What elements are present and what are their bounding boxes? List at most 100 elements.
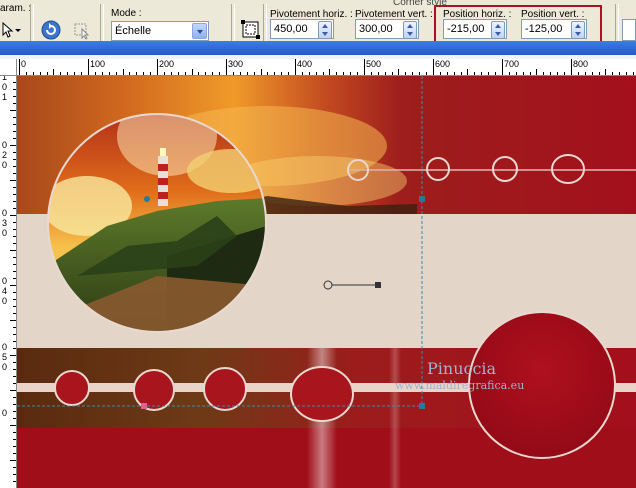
ruler-tick xyxy=(157,59,158,75)
pivot-horizontal-value: 450,00 xyxy=(274,23,308,35)
stepper-arrows-icon[interactable] xyxy=(403,21,417,39)
ruler-tick xyxy=(13,411,16,412)
ruler-tick xyxy=(316,72,317,75)
ruler-tick xyxy=(530,72,531,75)
ruler-tick xyxy=(13,467,16,468)
ruler-tick xyxy=(240,72,241,75)
ruler-tick xyxy=(274,72,275,75)
ruler-tick xyxy=(523,72,524,75)
ruler-tick xyxy=(13,138,16,139)
ruler-tick xyxy=(398,69,399,75)
ruler-tick xyxy=(13,334,16,335)
stepper-arrows-icon[interactable] xyxy=(318,21,332,39)
ruler-tick xyxy=(13,383,16,384)
ruler-label: 0 xyxy=(2,82,8,92)
ruler-label: 0 xyxy=(2,362,8,372)
ruler-tick xyxy=(116,72,117,75)
watermark-name: Pinuccia xyxy=(427,359,497,378)
ruler-tick xyxy=(123,69,124,75)
canvas-artwork xyxy=(17,76,636,488)
ruler-tick xyxy=(495,72,496,75)
ruler-tick xyxy=(102,72,103,75)
ruler-label: 0 xyxy=(2,276,8,286)
next-field-stub[interactable] xyxy=(622,19,636,41)
vertical-ruler: 1010200300400500 xyxy=(0,75,17,488)
position-horizontal-value: -215,00 xyxy=(447,23,485,35)
pivot-vertical-field[interactable]: 300,00 xyxy=(355,19,419,39)
ruler-tick xyxy=(10,285,16,286)
transform-apply-icon xyxy=(74,23,90,40)
ruler-tick xyxy=(192,69,193,75)
ruler-tick xyxy=(309,72,310,75)
ruler-tick xyxy=(178,72,179,75)
ruler-tick xyxy=(47,72,48,75)
horizontal-ruler: 0 100 200 300 400 500 600 700 800 xyxy=(0,59,636,76)
ruler-tick xyxy=(205,72,206,75)
ruler-tick xyxy=(109,72,110,75)
ruler-tick xyxy=(626,72,627,75)
mode-select[interactable]: Échelle xyxy=(111,21,209,41)
ruler-tick xyxy=(13,313,16,314)
stepper-arrows-icon[interactable] xyxy=(571,21,585,39)
ruler-tick xyxy=(288,72,289,75)
ruler-tick xyxy=(13,187,16,188)
ruler-tick xyxy=(543,72,544,75)
ruler-label: 1 xyxy=(2,75,8,82)
ruler-tick xyxy=(571,59,572,75)
ruler-tick xyxy=(612,72,613,75)
ruler-tick xyxy=(502,59,503,75)
ruler-tick xyxy=(281,72,282,75)
ruler-tick xyxy=(13,481,16,482)
ruler-tick xyxy=(13,474,16,475)
ruler-label: 4 xyxy=(2,286,8,296)
ruler-tick xyxy=(171,72,172,75)
pivot-vertical-value: 300,00 xyxy=(359,23,393,35)
ruler-label: 800 xyxy=(573,59,589,69)
position-horizontal-field[interactable]: -215,00 xyxy=(443,19,507,39)
frame-button[interactable] xyxy=(240,19,262,41)
chevron-down-icon[interactable] xyxy=(192,23,207,39)
ruler-tick xyxy=(474,72,475,75)
ruler-label: 5 xyxy=(2,352,8,362)
stepper-arrows-icon[interactable] xyxy=(491,21,505,39)
ruler-tick xyxy=(13,201,16,202)
ruler-tick xyxy=(10,320,16,321)
ruler-tick xyxy=(212,72,213,75)
ruler-tick xyxy=(95,72,96,75)
ruler-tick xyxy=(440,72,441,75)
ruler-tick xyxy=(136,72,137,75)
reset-button[interactable] xyxy=(40,19,62,41)
ruler-tick xyxy=(13,369,16,370)
ruler-tick xyxy=(13,152,16,153)
ruler-corner xyxy=(0,59,17,76)
image-canvas[interactable]: Pinuccia www.maldiregrafica.eu xyxy=(17,76,636,488)
pick-frame-icon xyxy=(241,20,260,39)
ruler-tick xyxy=(10,215,16,216)
ruler-tick xyxy=(164,72,165,75)
ruler-tick xyxy=(13,159,16,160)
pointer-preset-button[interactable] xyxy=(0,20,24,40)
ruler-tick xyxy=(13,432,16,433)
ruler-tick xyxy=(419,72,420,75)
ruler-tick xyxy=(53,69,54,75)
pivot-horizontal-field[interactable]: 450,00 xyxy=(270,19,334,39)
ruler-tick xyxy=(26,72,27,75)
ruler-tick xyxy=(350,72,351,75)
ruler-tick xyxy=(10,355,16,356)
ruler-tick xyxy=(13,82,16,83)
ruler-tick xyxy=(10,460,16,461)
ruler-tick xyxy=(13,89,16,90)
ruler-tick xyxy=(13,348,16,349)
ruler-tick xyxy=(585,72,586,75)
ruler-tick xyxy=(13,299,16,300)
apply-button[interactable] xyxy=(72,19,94,41)
position-vertical-field[interactable]: -125,00 xyxy=(521,19,587,39)
ruler-tick xyxy=(323,72,324,75)
ruler-label: 600 xyxy=(435,59,451,69)
ruler-tick xyxy=(13,208,16,209)
ruler-tick xyxy=(405,72,406,75)
ruler-tick xyxy=(605,69,606,75)
ruler-label: 0 xyxy=(2,342,8,352)
ruler-tick xyxy=(481,72,482,75)
ruler-tick xyxy=(267,72,268,75)
